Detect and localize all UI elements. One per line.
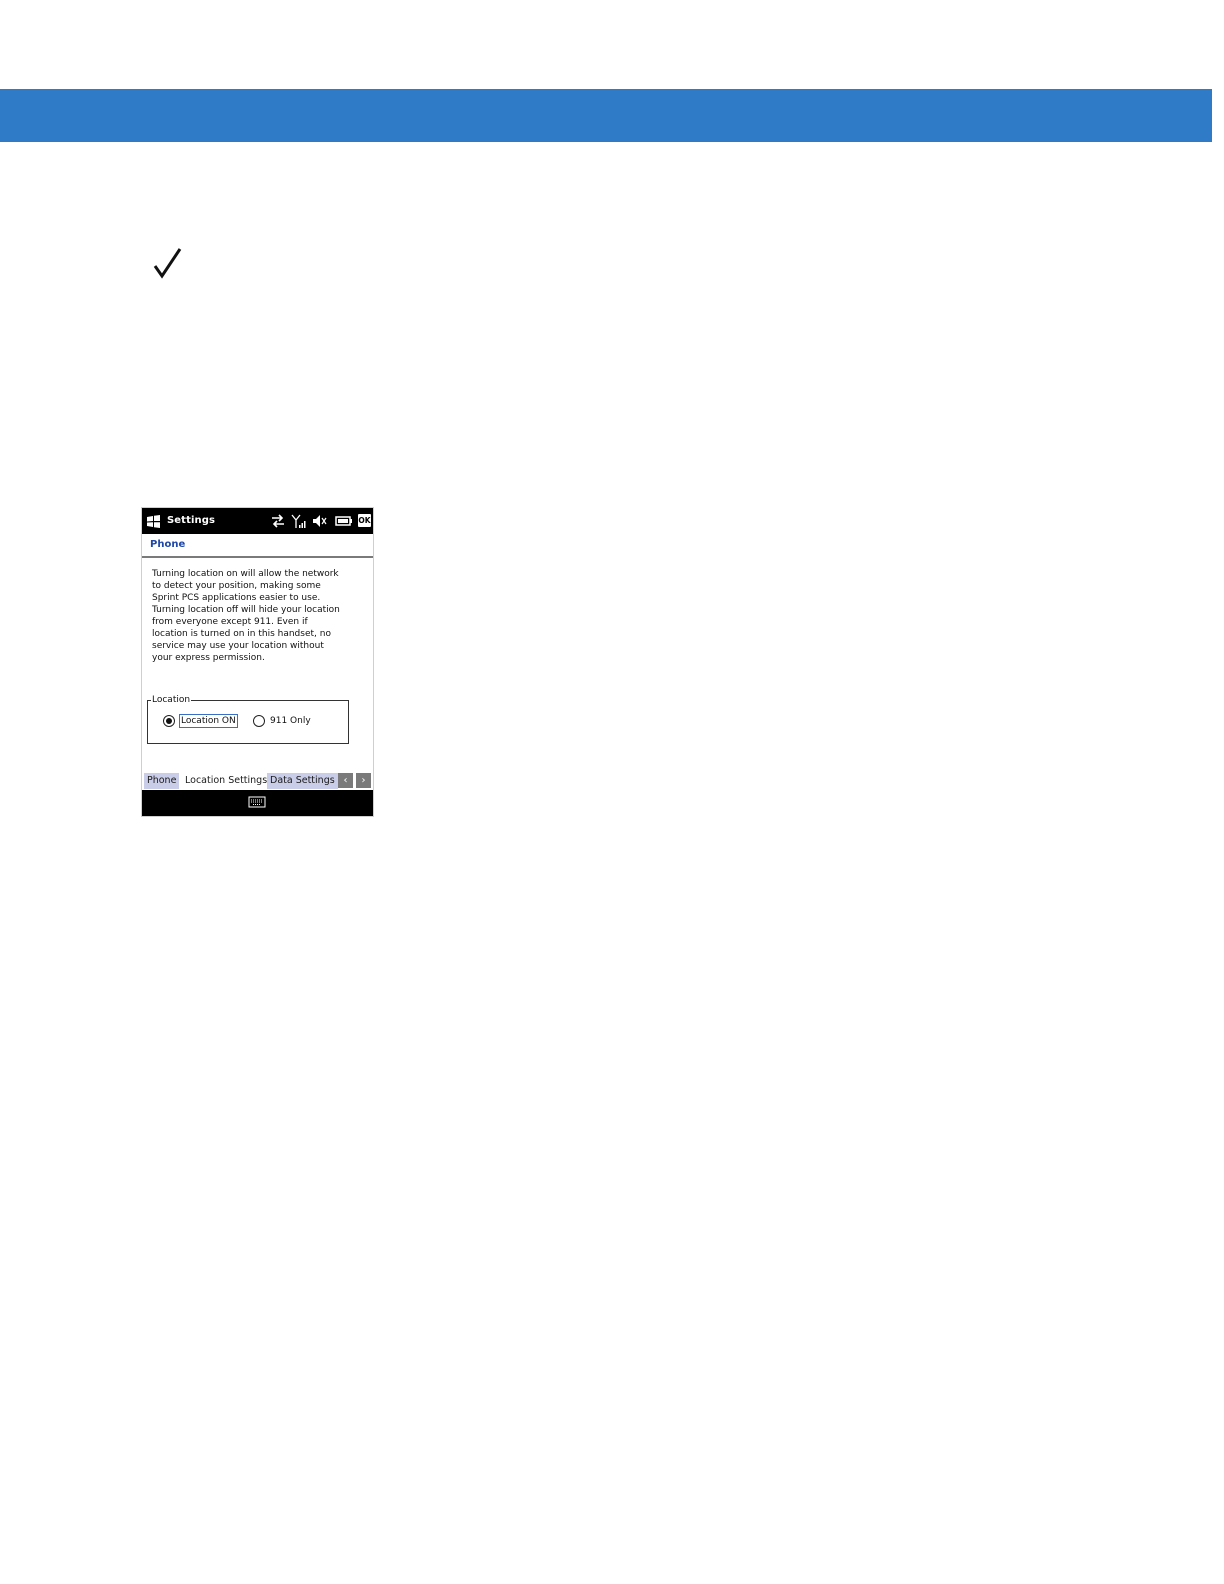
softkey-bar [142, 790, 373, 816]
chevron-left-icon[interactable]: ‹ [338, 773, 353, 788]
header-band [0, 89, 1212, 142]
location-on-radio[interactable] [163, 715, 175, 727]
checkmark-icon [153, 248, 182, 279]
description-line: from everyone except 911. Even if [152, 617, 308, 627]
data-connection-icon[interactable] [270, 513, 286, 529]
description-line: Turning location off will hide your loca… [152, 605, 340, 615]
location-on-label[interactable]: Location ON [179, 714, 238, 728]
app-title: Settings [167, 515, 216, 526]
description-line: location is turned on in this handset, n… [152, 629, 331, 639]
tab-phone[interactable]: Phone [144, 773, 180, 789]
911-only-radio[interactable] [253, 715, 265, 727]
description-line: your express permission. [152, 653, 265, 663]
signal-strength-icon[interactable] [290, 513, 306, 529]
page-header: Phone [142, 534, 373, 558]
location-group: Location Location ON 911 Only [147, 694, 349, 744]
911-only-label[interactable]: 911 Only [270, 715, 311, 727]
keyboard-icon[interactable] [248, 796, 266, 808]
status-bar: Settings OK [142, 508, 373, 534]
ok-button[interactable]: OK [358, 514, 371, 527]
windows-start-icon[interactable] [146, 514, 161, 529]
location-group-label: Location [151, 694, 192, 706]
description-line: service may use your location without [152, 641, 324, 651]
page-title: Phone [150, 539, 186, 550]
phone-screenshot: Settings OK Phone Turning location on wi… [141, 507, 374, 817]
radio-selected-dot [166, 718, 172, 724]
chevron-right-icon[interactable]: › [356, 773, 371, 788]
description-line: Turning location on will allow the netwo… [152, 569, 339, 579]
speaker-muted-icon[interactable] [311, 513, 327, 529]
tab-strip: Phone Location Settings Data Settings ‹ … [142, 772, 373, 790]
description-line: Sprint PCS applications easier to use. [152, 593, 321, 603]
location-description: Turning location on will allow the netwo… [152, 568, 352, 664]
tab-location-settings[interactable]: Location Settings [182, 773, 271, 789]
description-line: to detect your position, making some [152, 581, 321, 591]
battery-icon[interactable] [335, 513, 353, 529]
tab-data-settings[interactable]: Data Settings [267, 773, 338, 789]
